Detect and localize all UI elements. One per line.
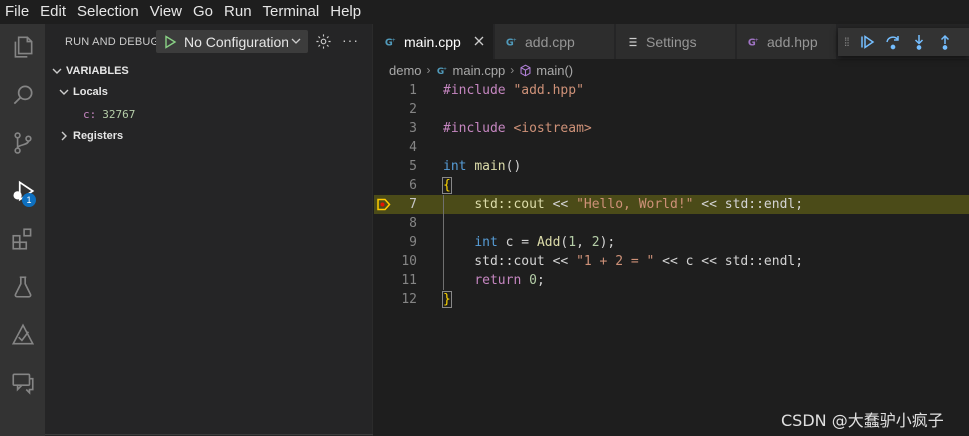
tab-label: main.cpp	[404, 33, 461, 50]
gear-icon[interactable]	[315, 33, 332, 50]
locals-scope[interactable]: Locals	[45, 81, 373, 103]
current-execution-line: 7 std::cout << "Hello, World!" << std::e…	[374, 195, 969, 214]
menu-help[interactable]: Help	[325, 0, 367, 24]
line-number: 9	[409, 235, 417, 250]
activity-bar: 1	[0, 24, 45, 436]
start-debugging-icon[interactable]	[162, 34, 178, 50]
method-icon	[520, 64, 531, 76]
menu-view[interactable]: View	[145, 0, 188, 24]
chevron-right-icon: ›	[426, 63, 431, 77]
breadcrumb-symbol[interactable]: main()	[536, 63, 573, 78]
breadcrumb: demo › G + main.cpp › main()	[374, 59, 969, 81]
chevron-down-icon	[291, 38, 301, 44]
variable-name: c:	[83, 107, 97, 121]
configuration-label: No Configuration	[184, 33, 288, 50]
step-over-icon[interactable]	[885, 34, 901, 50]
sidebar-title: RUN AND DEBUG	[65, 35, 160, 48]
code-line-12: }	[442, 291, 452, 308]
menubar: File Edit Selection View Go Run Terminal…	[0, 0, 969, 24]
line-number: 4	[409, 140, 417, 155]
debug-toolbar: ⁞⁞	[838, 28, 969, 56]
drag-handle-icon[interactable]: ⁞⁞	[844, 35, 850, 49]
cpp-icon: G +	[385, 37, 396, 49]
watermark: CSDN @大蠢驴小疯子	[781, 411, 944, 430]
code-line-6: {	[442, 177, 452, 194]
search-icon[interactable]	[0, 72, 45, 118]
variables-label: VARIABLES	[66, 65, 129, 77]
debug-sidebar: RUN AND DEBUG No Configuration ··· VARIA…	[45, 24, 373, 436]
explorer-icon[interactable]	[0, 24, 45, 70]
tab-main-cpp[interactable]: G + main.cpp	[374, 24, 494, 59]
comments-icon[interactable]	[0, 360, 45, 406]
tab-add-hpp[interactable]: G + add.hpp	[737, 24, 837, 59]
line-number: 6	[409, 178, 417, 193]
code-line-1: #include "add.hpp"	[443, 83, 584, 98]
code-line-7: std::cout << "Hello, World!" << std::end…	[474, 197, 804, 212]
code-line-5: int main()	[443, 159, 522, 174]
registers-scope[interactable]: Registers	[45, 125, 373, 147]
line-number: 3	[409, 121, 417, 136]
menu-selection[interactable]: Selection	[72, 0, 145, 24]
source-control-icon[interactable]	[0, 120, 45, 166]
run-debug-icon[interactable]: 1	[0, 168, 45, 214]
line-number: 5	[409, 159, 417, 174]
variable-value: 32767	[102, 107, 136, 121]
svg-text:+: +	[513, 37, 517, 44]
sidebar-divider	[45, 434, 373, 435]
chevron-right-icon	[61, 131, 67, 141]
settings-icon	[629, 37, 637, 46]
chevron-down-icon	[52, 68, 62, 74]
svg-text:+: +	[443, 66, 447, 72]
step-out-icon[interactable]	[937, 34, 953, 50]
menu-run[interactable]: Run	[219, 0, 258, 24]
line-number: 1	[409, 83, 417, 98]
code-line-10: std::cout << "1 + 2 = " << c << std::end…	[443, 254, 804, 269]
tab-label: add.cpp	[525, 33, 575, 50]
locals-label: Locals	[73, 86, 108, 98]
menu-go[interactable]: Go	[188, 0, 219, 24]
line-number: 8	[409, 216, 417, 231]
menu-file[interactable]: File	[0, 0, 35, 24]
line-number: 11	[401, 273, 417, 288]
line-number: 10	[401, 254, 417, 269]
remote-icon[interactable]	[0, 312, 45, 358]
variables-section-header[interactable]: VARIABLES	[45, 60, 373, 82]
cpp-icon: G +	[506, 37, 517, 49]
step-into-icon[interactable]	[911, 34, 927, 50]
breadcrumb-folder[interactable]: demo	[389, 63, 422, 78]
chevron-down-icon	[59, 89, 69, 95]
variable-row[interactable]: c: 32767	[45, 103, 373, 125]
line-number: 12	[401, 292, 417, 307]
extensions-icon[interactable]	[0, 216, 45, 262]
line-number: 7	[409, 197, 417, 212]
tab-label: add.hpp	[767, 33, 818, 50]
chevron-right-icon: ›	[510, 63, 515, 77]
code-line-9: int c = Add(1, 2);	[474, 235, 616, 250]
svg-text:+: +	[392, 37, 396, 44]
cpp-icon: G +	[436, 66, 447, 76]
registers-label: Registers	[73, 130, 124, 142]
more-actions-icon[interactable]: ···	[342, 32, 359, 48]
cpp-header-icon: G +	[748, 37, 759, 49]
code-line-11: return 0;	[474, 273, 545, 288]
tab-label: Settings	[646, 33, 697, 50]
continue-icon[interactable]	[859, 34, 875, 50]
indent-guide	[443, 195, 444, 290]
breadcrumb-file[interactable]: main.cpp	[453, 63, 506, 78]
debug-badge: 1	[22, 193, 36, 207]
menu-edit[interactable]: Edit	[35, 0, 72, 24]
editor-area: G + main.cpp G + add.cpp Settings G + add.h…	[374, 24, 969, 436]
tab-add-cpp[interactable]: G + add.cpp	[495, 24, 615, 59]
line-number: 2	[409, 102, 417, 117]
tab-bar: G + main.cpp G + add.cpp Settings G + add.h…	[374, 24, 969, 59]
close-icon[interactable]	[473, 35, 485, 47]
debug-configuration-select[interactable]: No Configuration	[156, 30, 308, 53]
menu-terminal[interactable]: Terminal	[258, 0, 326, 24]
tab-settings[interactable]: Settings	[616, 24, 736, 59]
testing-icon[interactable]	[0, 264, 45, 310]
code-line-3: #include <iostream>	[443, 121, 592, 136]
svg-text:+: +	[755, 37, 759, 44]
